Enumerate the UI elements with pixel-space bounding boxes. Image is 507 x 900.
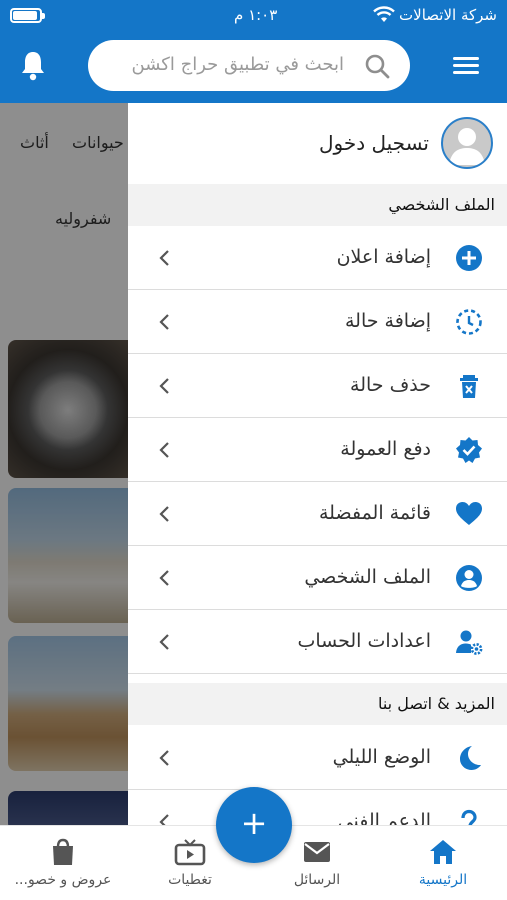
- tab-home[interactable]: الرئيسية: [388, 826, 498, 900]
- side-drawer: تسجيل دخول الملف الشخصي إضافة اعلان إضاف…: [128, 103, 507, 825]
- chevron-left-icon: [159, 814, 169, 825]
- verified-badge-icon: [456, 437, 482, 463]
- menu-item-pay-commission[interactable]: دفع العمولة: [128, 418, 507, 482]
- tab-label: تغطيات: [168, 872, 212, 888]
- hamburger-menu-icon[interactable]: [453, 53, 483, 77]
- search-input[interactable]: ابحث في تطبيق حراج اكشن: [88, 40, 410, 91]
- menu-item-dark-mode[interactable]: الوضع الليلي: [128, 726, 507, 790]
- chevron-left-icon: [159, 314, 169, 330]
- bell-icon[interactable]: [18, 48, 48, 82]
- menu-item-account-settings[interactable]: اعدادات الحساب: [128, 610, 507, 674]
- wifi-icon: [373, 6, 395, 22]
- tab-label: الرئيسية: [418, 872, 468, 888]
- plus-icon: +: [240, 804, 268, 842]
- heart-icon: [456, 502, 482, 525]
- menu-item-delete-status[interactable]: حذف حالة: [128, 354, 507, 418]
- menu-item-favorites[interactable]: قائمة المفضلة: [128, 482, 507, 546]
- moon-icon: [460, 746, 481, 770]
- tab-offers[interactable]: عروض و خصو...: [8, 826, 118, 900]
- login-label: تسجيل دخول: [319, 131, 429, 155]
- chevron-left-icon: [159, 634, 169, 650]
- login-row[interactable]: تسجيل دخول: [128, 103, 507, 184]
- user-gear-icon: [456, 630, 483, 655]
- chevron-left-icon: [159, 750, 169, 766]
- battery-icon: [10, 8, 45, 23]
- user-circle-icon: [456, 565, 482, 591]
- avatar: [441, 117, 493, 169]
- status-time: ١:٠٣ م: [234, 6, 278, 24]
- section-title: المزيد & اتصل بنا: [377, 694, 495, 713]
- envelope-icon: [304, 842, 330, 862]
- user-placeholder-icon: [449, 128, 485, 165]
- chevron-left-icon: [159, 250, 169, 266]
- search-placeholder: ابحث في تطبيق حراج اكشن: [131, 54, 344, 75]
- menu-item-label: إضافة حالة: [344, 310, 431, 332]
- tab-label: الرسائل: [293, 872, 341, 888]
- menu-item-support[interactable]: الدعم الفني: [128, 790, 507, 825]
- menu-item-label: الدعم الفني: [337, 810, 431, 825]
- tv-icon: [174, 839, 206, 866]
- clock-dashed-icon: [456, 309, 482, 335]
- chevron-left-icon: [159, 570, 169, 586]
- chevron-left-icon: [159, 506, 169, 522]
- chevron-left-icon: [159, 442, 169, 458]
- menu-item-label: إضافة اعلان: [336, 246, 431, 268]
- add-listing-fab-button[interactable]: +: [216, 787, 292, 863]
- menu-item-label: الملف الشخصي: [304, 566, 431, 588]
- menu-item-label: قائمة المفضلة: [319, 502, 431, 524]
- tab-label: عروض و خصو...: [14, 872, 112, 888]
- shopping-bag-icon: [53, 838, 73, 865]
- carrier-name: شركة الاتصالات: [399, 6, 497, 24]
- section-title: الملف الشخصي: [388, 195, 495, 214]
- help-icon: [461, 809, 477, 825]
- menu-item-label: دفع العمولة: [340, 438, 431, 460]
- menu-item-label: الوضع الليلي: [332, 746, 431, 768]
- chevron-left-icon: [159, 378, 169, 394]
- section-header-profile: الملف الشخصي: [128, 184, 507, 226]
- menu-item-profile[interactable]: الملف الشخصي: [128, 546, 507, 610]
- status-bar: ١:٠٣ م شركة الاتصالات: [0, 0, 507, 32]
- plus-circle-icon: [456, 245, 482, 271]
- section-header-more: المزيد & اتصل بنا: [128, 683, 507, 725]
- menu-item-add-ad[interactable]: إضافة اعلان: [128, 226, 507, 290]
- menu-item-label: اعدادات الحساب: [297, 630, 432, 652]
- search-icon: [365, 54, 390, 79]
- menu-item-label: حذف حالة: [350, 374, 431, 396]
- home-icon: [430, 840, 456, 864]
- app-header: ١:٠٣ م شركة الاتصالات ابحث في تطبيق حراج…: [0, 0, 507, 103]
- trash-icon: [460, 375, 478, 398]
- menu-item-add-status[interactable]: إضافة حالة: [128, 290, 507, 354]
